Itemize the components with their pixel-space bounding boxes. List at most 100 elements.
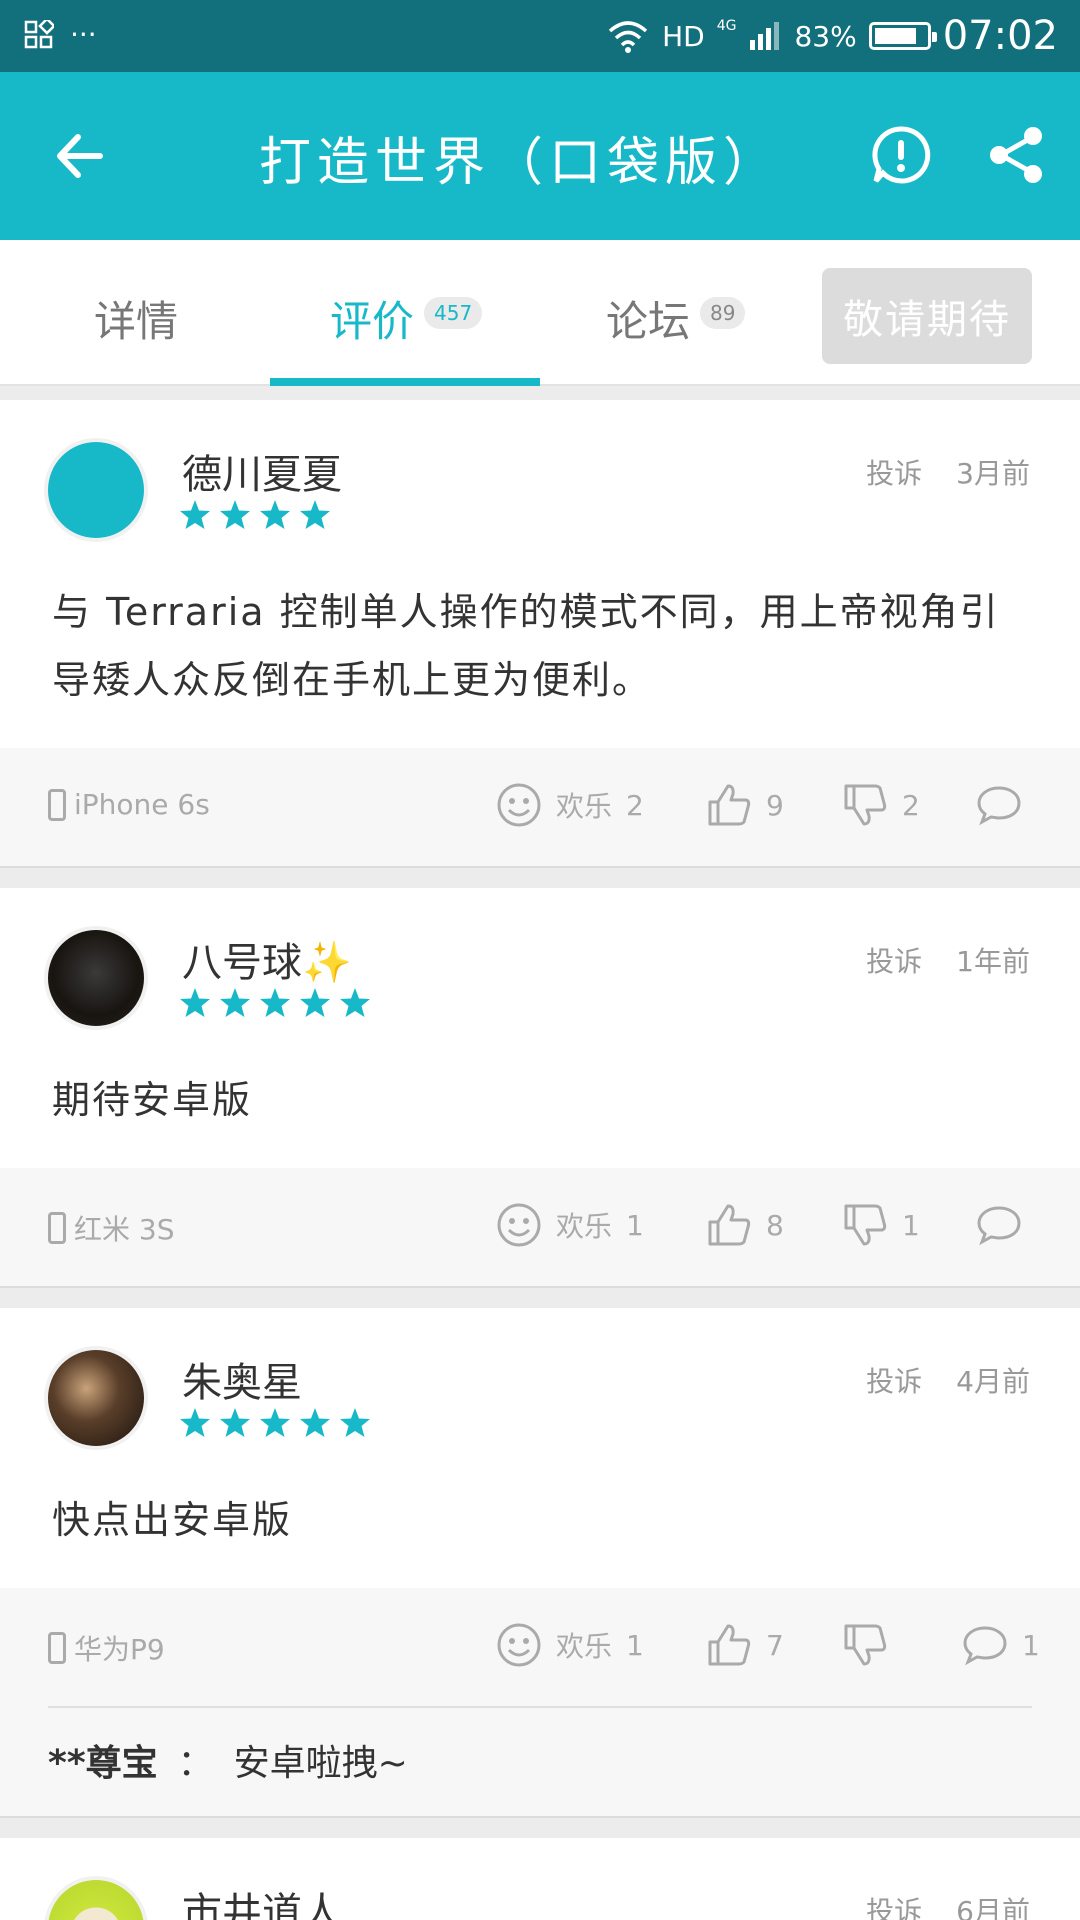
username[interactable]: 朱奥星 bbox=[182, 1350, 302, 1408]
tab-indicator bbox=[270, 378, 540, 386]
star-icon bbox=[300, 1408, 330, 1437]
fun-button[interactable]: 欢乐 1 bbox=[496, 1618, 644, 1672]
clock: 07:02 bbox=[942, 13, 1058, 59]
review-list: 德川夏夏 投诉 3月前 与 Terraria 控制单人操作的模式不同，用上帝视角… bbox=[0, 400, 1080, 1920]
username[interactable]: 德川夏夏 bbox=[182, 442, 342, 500]
star-icon bbox=[340, 1408, 370, 1437]
star-icon bbox=[220, 1408, 250, 1437]
star-icon bbox=[260, 1408, 290, 1437]
dislike-button[interactable] bbox=[842, 1618, 902, 1672]
reply-separator: ： bbox=[177, 1743, 214, 1784]
device-info: 华为P9 bbox=[48, 1628, 165, 1668]
comment-icon bbox=[963, 1626, 1007, 1666]
reply-user: **尊宝 bbox=[48, 1743, 158, 1784]
review-card: 朱奥星 投诉 4月前 快点出安卓版 华为P9 欢乐 1 7 1 **尊宝 ： 安… bbox=[0, 1308, 1080, 1818]
battery-percent: 83% bbox=[794, 19, 857, 53]
reply-item[interactable]: **尊宝 ： 安卓啦拽~ bbox=[48, 1708, 1032, 1816]
device-name: iPhone 6s bbox=[74, 788, 210, 821]
fun-button[interactable]: 欢乐 1 bbox=[496, 1198, 644, 1252]
smiley-icon bbox=[497, 1623, 541, 1667]
like-count: 7 bbox=[766, 1628, 784, 1662]
star-icon bbox=[180, 988, 210, 1017]
phone-icon bbox=[48, 788, 66, 821]
star-icon bbox=[260, 988, 290, 1017]
reply-section: **尊宝 ： 安卓啦拽~ bbox=[0, 1706, 1080, 1816]
more-dots: ··· bbox=[70, 18, 97, 51]
report-link[interactable]: 投诉 bbox=[866, 1890, 922, 1920]
star-icon bbox=[340, 988, 370, 1017]
star-icon bbox=[180, 1408, 210, 1437]
review-card: 德川夏夏 投诉 3月前 与 Terraria 控制单人操作的模式不同，用上帝视角… bbox=[0, 400, 1080, 868]
thumbs-up-icon bbox=[708, 1204, 751, 1246]
device-name: 红米 3S bbox=[74, 1213, 175, 1246]
thumbs-down-icon bbox=[844, 1624, 887, 1666]
tab-label: 详情 bbox=[94, 297, 179, 346]
device-info: iPhone 6s bbox=[48, 788, 210, 821]
fun-count: 1 bbox=[626, 1628, 644, 1662]
star-icon bbox=[260, 500, 290, 529]
thumbs-down-icon bbox=[844, 784, 887, 826]
review-card: 市井道人 投诉 6月前 bbox=[0, 1838, 1080, 1920]
dislike-button[interactable]: 1 bbox=[842, 1198, 920, 1252]
thumbs-down-icon bbox=[844, 1204, 887, 1246]
phone-icon bbox=[48, 1632, 66, 1664]
fun-button[interactable]: 欢乐 2 bbox=[496, 778, 644, 832]
thumbs-up-icon bbox=[708, 784, 751, 826]
review-card: 八号球✨ 投诉 1年前 期待安卓版 红米 3S 欢乐 1 8 1 bbox=[0, 888, 1080, 1288]
comment-button[interactable]: 1 bbox=[962, 1618, 1040, 1672]
like-button[interactable]: 9 bbox=[706, 778, 784, 832]
tab-label: 论坛 bbox=[606, 297, 691, 346]
comment-button[interactable] bbox=[976, 1198, 1036, 1252]
comment-button[interactable] bbox=[976, 778, 1036, 832]
review-footer: iPhone 6s 欢乐 2 9 2 bbox=[0, 748, 1080, 866]
username[interactable]: 八号球✨ bbox=[182, 930, 352, 988]
review-footer: 华为P9 欢乐 1 7 1 bbox=[0, 1588, 1080, 1706]
phone-icon bbox=[48, 1212, 66, 1244]
avatar[interactable] bbox=[44, 438, 148, 542]
report-link[interactable]: 投诉 bbox=[866, 940, 922, 980]
fun-label: 欢乐 bbox=[556, 1210, 613, 1243]
star-icon bbox=[300, 500, 330, 529]
review-time: 3月前 bbox=[956, 457, 1030, 490]
like-button[interactable]: 7 bbox=[706, 1618, 784, 1672]
device-info: 红米 3S bbox=[48, 1208, 175, 1248]
tab-reviews[interactable]: 评价 457 bbox=[330, 288, 483, 349]
avatar[interactable] bbox=[44, 1346, 148, 1450]
fun-count: 2 bbox=[626, 788, 644, 822]
tab-details[interactable]: 详情 bbox=[94, 288, 178, 349]
like-button[interactable]: 8 bbox=[706, 1198, 784, 1252]
comment-icon bbox=[977, 1206, 1021, 1246]
share-icon[interactable] bbox=[985, 124, 1047, 186]
like-count: 9 bbox=[766, 788, 784, 822]
reply-text: 安卓啦拽~ bbox=[233, 1743, 408, 1784]
signal-label: 4G bbox=[716, 18, 737, 34]
app-bar: 打造世界（口袋版） bbox=[0, 72, 1080, 240]
apps-icon bbox=[24, 19, 54, 48]
alert-circle-icon[interactable] bbox=[870, 124, 932, 186]
fun-label: 欢乐 bbox=[556, 790, 613, 823]
rating-stars bbox=[178, 986, 372, 1020]
report-link[interactable]: 投诉 bbox=[866, 1360, 922, 1400]
rating-stars bbox=[178, 498, 332, 532]
comment-count: 1 bbox=[1022, 1628, 1040, 1662]
review-time: 1年前 bbox=[956, 945, 1030, 978]
tab-forum[interactable]: 论坛 89 bbox=[606, 288, 746, 349]
wifi-icon bbox=[608, 21, 648, 53]
device-name: 华为P9 bbox=[74, 1633, 165, 1666]
review-time: 4月前 bbox=[956, 1365, 1030, 1398]
review-text: 快点出安卓版 bbox=[52, 1498, 293, 1542]
tab-badge: 457 bbox=[424, 296, 483, 329]
battery-icon bbox=[868, 22, 937, 50]
dislike-button[interactable]: 2 bbox=[842, 778, 920, 832]
avatar[interactable] bbox=[44, 926, 148, 1030]
review-time: 6月前 bbox=[956, 1895, 1030, 1920]
avatar[interactable] bbox=[44, 1876, 148, 1920]
report-link[interactable]: 投诉 bbox=[866, 452, 922, 492]
star-icon bbox=[180, 500, 210, 529]
tab-bar: 详情 评价 457 论坛 89 敬请期待 bbox=[0, 240, 1080, 386]
username[interactable]: 市井道人 bbox=[182, 1880, 342, 1920]
coming-soon-button[interactable]: 敬请期待 bbox=[822, 268, 1032, 364]
fun-count: 1 bbox=[626, 1208, 644, 1242]
signal-icon bbox=[750, 22, 780, 50]
rating-stars bbox=[178, 1406, 372, 1440]
